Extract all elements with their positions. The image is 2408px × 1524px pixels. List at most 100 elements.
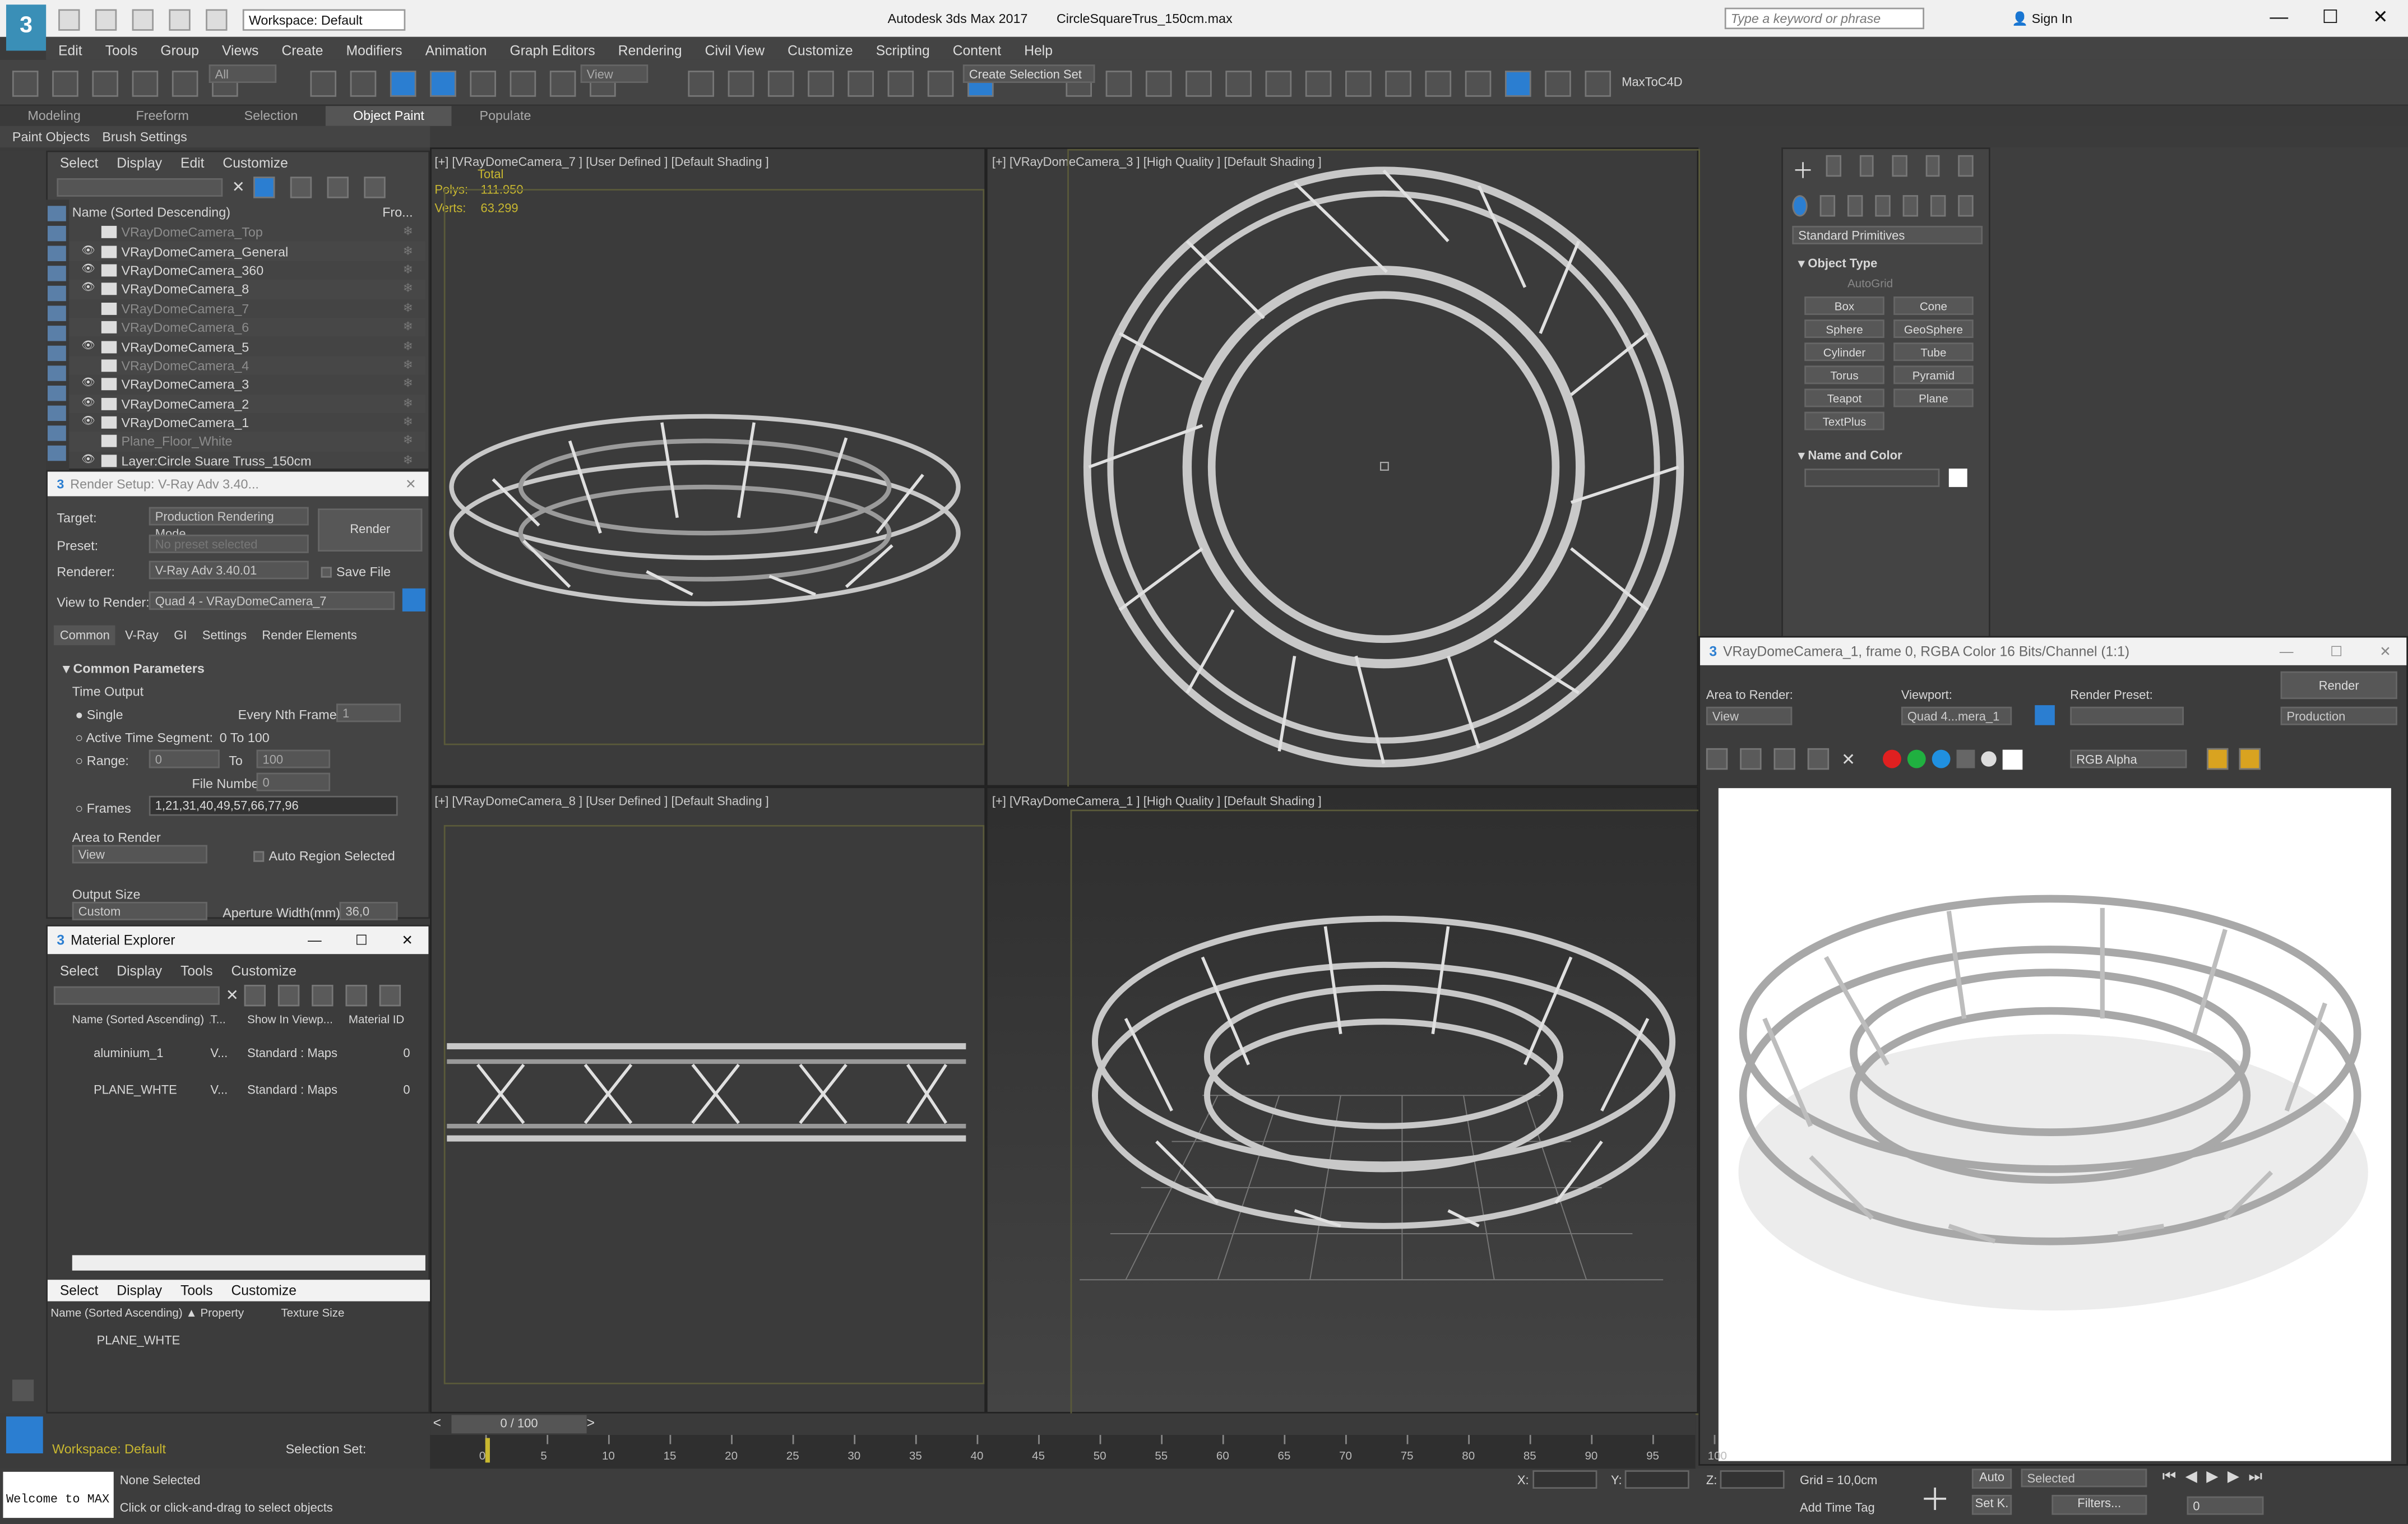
- add-time-tag[interactable]: Add Time Tag: [1800, 1501, 1875, 1515]
- toggle-layer-icon[interactable]: [1225, 71, 1252, 97]
- bind-spacewarp-icon[interactable]: [172, 71, 198, 97]
- undo-icon[interactable]: [12, 71, 39, 97]
- material-collapse-icon[interactable]: [346, 984, 368, 1007]
- vfb-area-dropdown[interactable]: View: [1706, 706, 1793, 725]
- vfb-preset-dropdown[interactable]: [2070, 706, 2184, 725]
- max-to-c4d-label[interactable]: MaxToC4D: [1622, 75, 1682, 89]
- goto-end-icon[interactable]: ⏭: [2248, 1469, 2262, 1485]
- key-filters-button[interactable]: Filters...: [2052, 1494, 2147, 1515]
- align-icon[interactable]: [1145, 71, 1172, 97]
- render-tab-v-ray[interactable]: V-Ray: [119, 626, 165, 646]
- vfb-save-icon[interactable]: [1706, 748, 1728, 770]
- blue-channel-icon[interactable]: [1932, 749, 1951, 768]
- freeze-icon[interactable]: ❄: [403, 280, 413, 299]
- material-search-input[interactable]: [53, 986, 220, 1005]
- freeze-icon[interactable]: ❄: [403, 356, 413, 375]
- create-tube-button[interactable]: Tube: [1893, 342, 1974, 362]
- expand-strip-icon[interactable]: [12, 1379, 34, 1401]
- freeze-icon[interactable]: ❄: [403, 299, 413, 318]
- create-box-button[interactable]: Box: [1804, 297, 1884, 315]
- freeze-icon[interactable]: ❄: [403, 376, 413, 394]
- filter-icon[interactable]: [254, 177, 276, 198]
- vfb-settings-icon[interactable]: [2239, 748, 2261, 770]
- material-menu-display[interactable]: Display: [117, 963, 162, 979]
- redo-icon[interactable]: [206, 9, 228, 31]
- unlink-icon[interactable]: [132, 71, 159, 97]
- hierarchy-tab-icon[interactable]: [1859, 155, 1874, 177]
- modify-tab-icon[interactable]: [1826, 155, 1841, 177]
- alpha-channel-icon[interactable]: [1957, 749, 1975, 768]
- sign-in-link[interactable]: 👤 Sign In: [2012, 11, 2072, 27]
- autogrid-checkbox[interactable]: AutoGrid: [1783, 276, 1989, 290]
- auto-key-button[interactable]: Auto: [1971, 1469, 2012, 1489]
- scene-item[interactable]: 👁 VRayDomeCamera_1 ❄: [57, 413, 425, 432]
- create-cone-button[interactable]: Cone: [1893, 297, 1974, 315]
- create-tab-icon[interactable]: ＋: [1792, 155, 1813, 186]
- scene-menu-select[interactable]: Select: [60, 155, 99, 170]
- render-a360-icon[interactable]: [1585, 71, 1611, 97]
- object-name-field[interactable]: [1804, 469, 1940, 487]
- material-col-header[interactable]: T...: [210, 1012, 247, 1026]
- select-icon[interactable]: [310, 71, 337, 97]
- material-filter-icon[interactable]: [244, 984, 267, 1007]
- curve-editor-icon[interactable]: [1265, 71, 1292, 97]
- create-torus-button[interactable]: Torus: [1804, 365, 1884, 385]
- visibility-icon[interactable]: 👁: [81, 376, 96, 394]
- menu-graph-editors[interactable]: Graph Editors: [510, 43, 595, 58]
- angle-snap-icon[interactable]: [887, 71, 914, 97]
- shapes-icon[interactable]: [1819, 195, 1836, 217]
- material-row[interactable]: aluminium_1 V... Standard : Maps 0: [72, 1034, 432, 1071]
- maximize-button[interactable]: ☐: [2322, 6, 2338, 27]
- scene-item[interactable]: VRayDomeCamera_6 ❄: [57, 318, 425, 337]
- lock-view-icon[interactable]: [402, 588, 425, 612]
- green-channel-icon[interactable]: [1907, 749, 1927, 768]
- render-setup-close[interactable]: ✕: [405, 475, 416, 492]
- active-segment-radio[interactable]: ○ Active Time Segment:: [75, 730, 213, 745]
- freeze-icon[interactable]: ❄: [403, 414, 413, 432]
- menu-rendering[interactable]: Rendering: [618, 43, 682, 58]
- app-logo-icon[interactable]: 3: [6, 4, 47, 51]
- scene-item[interactable]: 👁 VRayDomeCamera_3 ❄: [57, 375, 425, 394]
- spacewarps-icon[interactable]: [1930, 195, 1946, 217]
- vfb-duplicate-icon[interactable]: [1773, 748, 1795, 770]
- vfb-channel-dropdown[interactable]: RGB Alpha: [2070, 749, 2187, 768]
- render-cloud-icon[interactable]: [1545, 71, 1571, 97]
- move-icon[interactable]: [470, 71, 496, 97]
- single-radio[interactable]: ● Single: [75, 707, 123, 722]
- time-next-icon[interactable]: >: [587, 1415, 595, 1430]
- ribbon-tab-object-paint[interactable]: Object Paint: [325, 106, 452, 126]
- display-geometry-icon[interactable]: [47, 225, 66, 242]
- visibility-icon[interactable]: 👁: [81, 280, 96, 299]
- scene-search-input[interactable]: [57, 178, 223, 197]
- property-menu-display[interactable]: Display: [117, 1280, 162, 1301]
- area-to-render-dropdown[interactable]: View: [72, 845, 207, 864]
- visibility-icon[interactable]: 👁: [81, 414, 96, 432]
- display-lights-icon[interactable]: [47, 266, 66, 281]
- material-menu-customize[interactable]: Customize: [231, 963, 296, 979]
- target-dropdown[interactable]: Production Rendering Mode: [149, 507, 309, 541]
- every-nth-field[interactable]: 1: [336, 703, 401, 722]
- time-slider-thumb[interactable]: 0 / 100: [451, 1415, 587, 1434]
- freeze-icon[interactable]: ❄: [403, 223, 413, 242]
- create-pyramid-button[interactable]: Pyramid: [1893, 365, 1974, 385]
- menu-create[interactable]: Create: [281, 43, 323, 58]
- ribbon-tab-modeling[interactable]: Modeling: [0, 106, 108, 126]
- scene-sort-header[interactable]: Name (Sorted Descending): [72, 205, 230, 220]
- viewport-bottom-left[interactable]: [+] [VRayDomeCamera_8 ] [User Defined ] …: [430, 786, 986, 1414]
- scene-sort-header-right[interactable]: Fro...: [382, 205, 413, 220]
- ribbon-tab-freeform[interactable]: Freeform: [108, 106, 216, 126]
- material-clear-icon[interactable]: ✕: [226, 987, 239, 1004]
- current-frame-field[interactable]: 0: [2187, 1496, 2264, 1515]
- material-col-header[interactable]: Material ID: [349, 1012, 410, 1026]
- scene-item[interactable]: VRayDomeCamera_7 ❄: [57, 299, 425, 318]
- vfb-viewport-dropdown[interactable]: Quad 4...mera_1: [1901, 706, 2012, 725]
- visibility-icon[interactable]: 👁: [81, 452, 96, 470]
- vfb-render-button[interactable]: Render: [2280, 671, 2397, 700]
- ref-coord-icon[interactable]: [688, 71, 715, 97]
- render-button[interactable]: Render: [318, 508, 423, 552]
- mono-channel-icon[interactable]: [1981, 751, 1997, 767]
- workspace-dropdown[interactable]: Workspace: Default: [242, 9, 406, 31]
- vfb-production-dropdown[interactable]: Production: [2280, 706, 2397, 725]
- preset-dropdown[interactable]: No preset selected: [149, 534, 309, 553]
- save-icon[interactable]: [132, 9, 154, 31]
